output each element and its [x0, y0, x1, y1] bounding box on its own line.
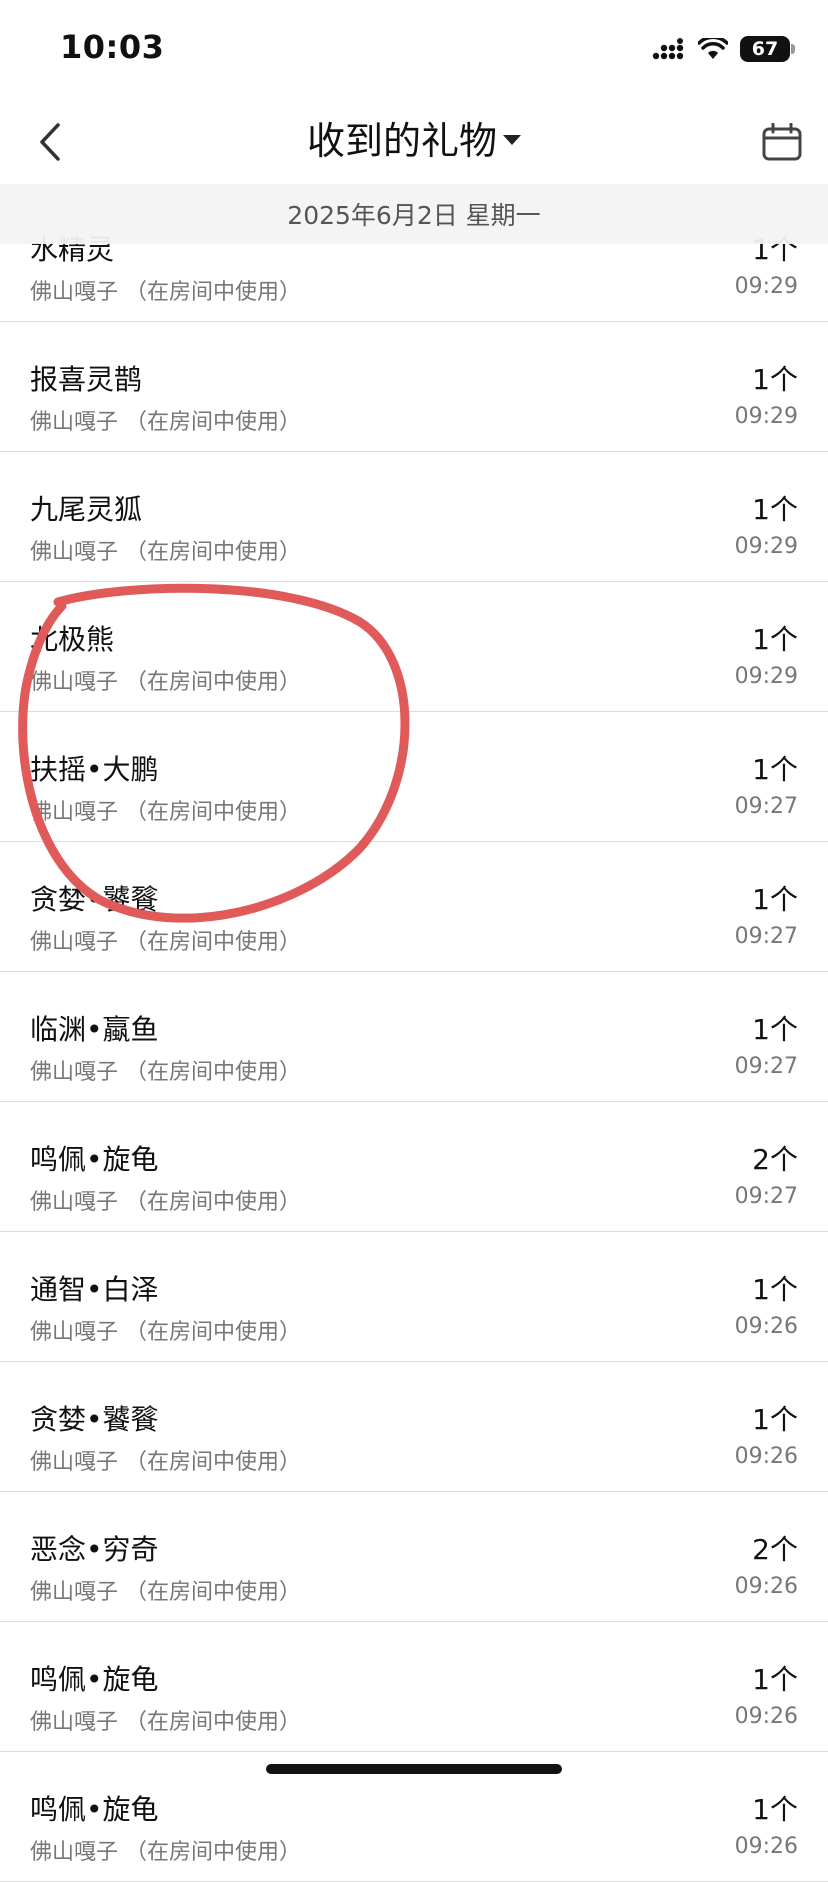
gift-name: 临渊•蠃鱼 — [30, 1013, 159, 1046]
gift-row[interactable]: 扶摇•大鹏 佛山嘎子 （在房间中使用） 1个 09:27 — [0, 712, 828, 842]
gift-sender: 佛山嘎子 （在房间中使用） — [30, 1060, 301, 1085]
gift-name: 贪婪•饕餮 — [30, 883, 159, 916]
gift-row[interactable]: 报喜灵鹊 佛山嘎子 （在房间中使用） 1个 09:29 — [0, 322, 828, 452]
gift-sender: 佛山嘎子 （在房间中使用） — [30, 1450, 301, 1475]
status-icons: 67 — [652, 34, 795, 64]
gift-name: 扶摇•大鹏 — [30, 753, 159, 786]
gift-quantity: 1个 — [752, 1663, 798, 1696]
gift-sender: 佛山嘎子 （在房间中使用） — [30, 280, 301, 305]
gift-sender: 佛山嘎子 （在房间中使用） — [30, 1580, 301, 1605]
gift-time: 09:29 — [734, 274, 798, 299]
gift-row[interactable]: 鸣佩•旋龟 佛山嘎子 （在房间中使用） 1个 09:26 — [0, 1622, 828, 1752]
gift-name: 通智•白泽 — [30, 1273, 159, 1306]
gift-row[interactable]: 恶念•穷奇 佛山嘎子 （在房间中使用） 2个 09:26 — [0, 1492, 828, 1622]
gift-time: 09:26 — [734, 1704, 798, 1729]
gift-time: 09:27 — [734, 794, 798, 819]
date-header: 2025年6月2日 星期一 — [0, 184, 828, 244]
title-area: 收到的礼物 — [0, 110, 828, 165]
gift-row[interactable]: 贪婪•饕餮 佛山嘎子 （在房间中使用） 1个 09:26 — [0, 1362, 828, 1492]
gift-name: 鸣佩•旋龟 — [30, 1143, 159, 1176]
page-title: 收到的礼物 — [306, 119, 497, 163]
gift-quantity: 1个 — [752, 1013, 798, 1046]
gift-time: 09:29 — [734, 534, 798, 559]
gift-sender: 佛山嘎子 （在房间中使用） — [30, 1710, 301, 1735]
gift-sender: 佛山嘎子 （在房间中使用） — [30, 1190, 301, 1215]
gift-quantity: 1个 — [752, 493, 798, 526]
gift-name: 北极熊 — [30, 623, 115, 656]
gift-time: 09:29 — [734, 404, 798, 429]
gift-row[interactable]: 贪婪•饕餮 佛山嘎子 （在房间中使用） 1个 09:27 — [0, 842, 828, 972]
calendar-button[interactable] — [756, 116, 808, 168]
gift-sender: 佛山嘎子 （在房间中使用） — [30, 540, 301, 565]
gift-quantity: 1个 — [752, 753, 798, 786]
gift-time: 09:26 — [734, 1834, 798, 1859]
gift-quantity: 1个 — [752, 623, 798, 656]
gift-row[interactable]: 临渊•蠃鱼 佛山嘎子 （在房间中使用） 1个 09:27 — [0, 972, 828, 1102]
status-bar: 10:03 67 — [0, 0, 828, 100]
gift-time: 09:26 — [734, 1444, 798, 1469]
gift-name: 鸣佩•旋龟 — [30, 1663, 159, 1696]
signal-icon — [652, 38, 684, 60]
wifi-icon — [698, 38, 728, 59]
gift-quantity: 1个 — [752, 1273, 798, 1306]
gift-sender: 佛山嘎子 （在房间中使用） — [30, 800, 301, 825]
gift-quantity: 2个 — [752, 1533, 798, 1566]
gift-name: 报喜灵鹊 — [30, 363, 143, 396]
calendar-icon — [762, 123, 802, 161]
gift-list: 水精灵 佛山嘎子 （在房间中使用） 1个 09:29 报喜灵鹊 佛山嘎子 （在房… — [0, 184, 828, 1882]
gift-sender: 佛山嘎子 （在房间中使用） — [30, 930, 301, 955]
caret-down-icon — [503, 134, 521, 145]
gift-row[interactable]: 九尾灵狐 佛山嘎子 （在房间中使用） 1个 09:29 — [0, 452, 828, 582]
gift-name: 九尾灵狐 — [30, 493, 143, 526]
gift-time: 09:27 — [734, 924, 798, 949]
title-dropdown[interactable]: 收到的礼物 — [307, 110, 521, 165]
gift-quantity: 1个 — [752, 363, 798, 396]
gift-quantity: 2个 — [752, 1143, 798, 1176]
gift-time: 09:29 — [734, 664, 798, 689]
gift-time: 09:26 — [734, 1574, 798, 1599]
nav-bar: 收到的礼物 — [0, 100, 828, 184]
gift-row[interactable]: 北极熊 佛山嘎子 （在房间中使用） 1个 09:29 — [0, 582, 828, 712]
gift-name: 恶念•穷奇 — [30, 1533, 159, 1566]
gift-time: 09:27 — [734, 1184, 798, 1209]
gift-sender: 佛山嘎子 （在房间中使用） — [30, 410, 301, 435]
gift-quantity: 1个 — [752, 1793, 798, 1826]
gift-name: 贪婪•饕餮 — [30, 1403, 159, 1436]
battery-icon: 67 — [740, 36, 795, 62]
gift-time: 09:27 — [734, 1054, 798, 1079]
gift-sender: 佛山嘎子 （在房间中使用） — [30, 670, 301, 695]
gift-name: 鸣佩•旋龟 — [30, 1793, 159, 1826]
home-indicator — [266, 1764, 562, 1774]
gift-quantity: 1个 — [752, 883, 798, 916]
gift-quantity: 1个 — [752, 1403, 798, 1436]
gift-sender: 佛山嘎子 （在房间中使用） — [30, 1840, 301, 1865]
gift-row[interactable]: 通智•白泽 佛山嘎子 （在房间中使用） 1个 09:26 — [0, 1232, 828, 1362]
gift-row[interactable]: 鸣佩•旋龟 佛山嘎子 （在房间中使用） 2个 09:27 — [0, 1102, 828, 1232]
status-time: 10:03 — [60, 28, 165, 66]
gift-sender: 佛山嘎子 （在房间中使用） — [30, 1320, 301, 1345]
gift-time: 09:26 — [734, 1314, 798, 1339]
